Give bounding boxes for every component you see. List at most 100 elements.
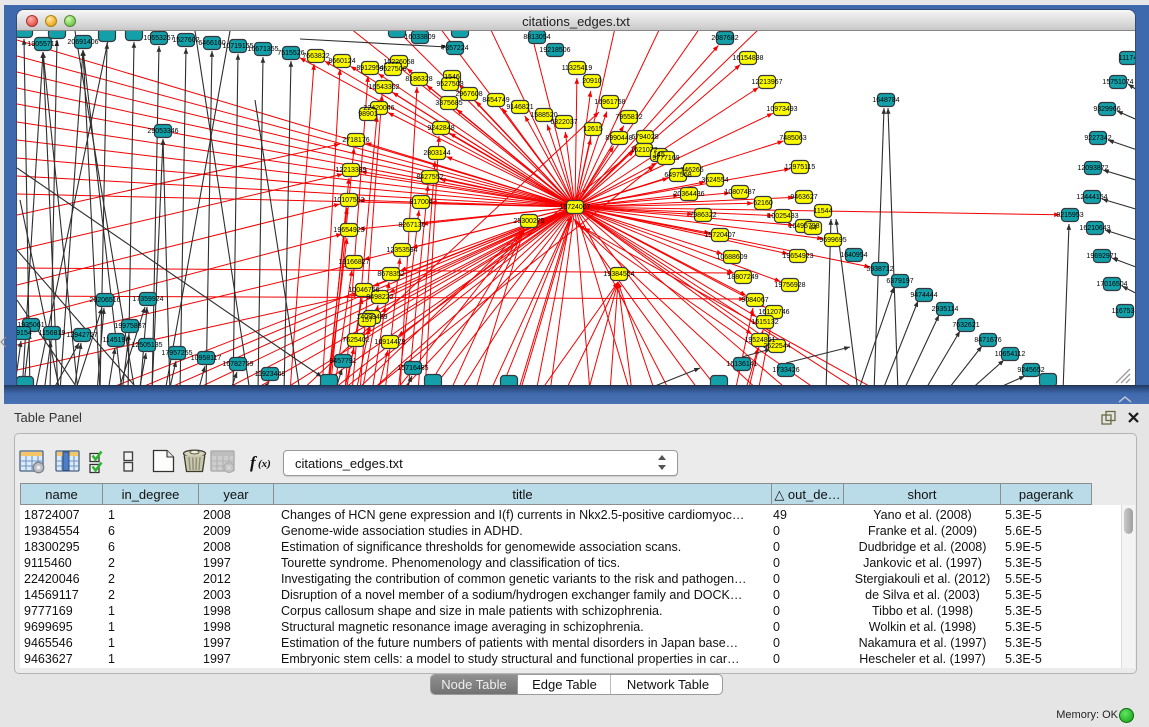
svg-text:157: 157 <box>361 317 373 324</box>
svg-text:10688609: 10688609 <box>716 254 747 261</box>
svg-text:9498222: 9498222 <box>366 294 393 301</box>
svg-text:17359924: 17359924 <box>132 296 163 303</box>
svg-text:16914479: 16914479 <box>374 339 405 346</box>
svg-text:10653267: 10653267 <box>143 35 174 42</box>
svg-text:9227342: 9227342 <box>1084 135 1111 142</box>
svg-text:7663822: 7663822 <box>302 53 329 60</box>
svg-text:7986322: 7986322 <box>689 212 716 219</box>
svg-text:18807249: 18807249 <box>727 274 758 281</box>
svg-text:7625402: 7625402 <box>342 337 369 344</box>
svg-text:1527602: 1527602 <box>172 37 199 44</box>
svg-text:20691406: 20691406 <box>67 39 98 46</box>
svg-text:19654923: 19654923 <box>333 227 364 234</box>
svg-text:2803144: 2803144 <box>423 150 450 157</box>
svg-text:12615: 12615 <box>583 126 603 133</box>
svg-text:9699695: 9699695 <box>819 237 846 244</box>
svg-text:15720407: 15720407 <box>704 232 735 239</box>
svg-text:12942757: 12942757 <box>66 332 97 339</box>
svg-text:20910: 20910 <box>582 78 602 85</box>
svg-text:15226058: 15226058 <box>383 59 414 66</box>
svg-text:1615132: 1615132 <box>751 319 778 326</box>
svg-text:9084067: 9084067 <box>741 297 768 304</box>
svg-text:9463627: 9463627 <box>790 194 817 201</box>
svg-text:17016504: 17016504 <box>1096 281 1127 288</box>
svg-text:f: f <box>250 453 258 472</box>
svg-text:12505135: 12505135 <box>131 342 162 349</box>
svg-text:746266: 746266 <box>680 167 703 174</box>
svg-text:2935114: 2935114 <box>932 306 959 313</box>
svg-text:29053346: 29053346 <box>147 128 178 135</box>
svg-text:12353594: 12353594 <box>386 247 417 254</box>
svg-text:62160: 62160 <box>753 200 773 207</box>
svg-text:8471676: 8471676 <box>974 337 1001 344</box>
svg-text:8660124: 8660124 <box>328 58 355 65</box>
svg-text:7357224: 7357224 <box>441 45 468 52</box>
svg-text:1648784: 1648784 <box>872 97 899 104</box>
svg-text:12444154: 12444154 <box>1076 194 1107 201</box>
svg-text:16210643: 16210643 <box>1079 225 1110 232</box>
svg-text:2967608: 2967608 <box>455 91 482 98</box>
svg-text:18724007: 18724007 <box>559 204 590 211</box>
svg-text:11923448: 11923448 <box>255 371 286 378</box>
svg-text:19166827: 19166827 <box>338 259 369 266</box>
svg-text:10107552: 10107552 <box>333 197 364 204</box>
svg-text:8813054: 8813054 <box>523 34 550 41</box>
svg-text:(x): (x) <box>258 458 271 470</box>
svg-text:9474444: 9474444 <box>910 292 937 299</box>
svg-text:25300275: 25300275 <box>513 218 544 225</box>
svg-text:6794028: 6794028 <box>631 134 658 141</box>
svg-text:6322037: 6322037 <box>550 119 577 126</box>
svg-text:7485063: 7485063 <box>779 135 806 142</box>
svg-text:1935061: 1935061 <box>17 322 44 329</box>
svg-text:16033809: 16033809 <box>404 34 435 41</box>
svg-text:19692971: 19692971 <box>1086 253 1117 260</box>
svg-text:10973493: 10973493 <box>766 106 797 113</box>
svg-text:16543362: 16543362 <box>368 84 399 91</box>
svg-text:7632621: 7632621 <box>952 322 979 329</box>
svg-text:19975887: 19975887 <box>114 323 145 330</box>
svg-text:1733426: 1733426 <box>772 367 799 374</box>
svg-text:1156819: 1156819 <box>39 330 66 337</box>
svg-text:6379197: 6379197 <box>886 278 913 285</box>
svg-text:98901: 98901 <box>358 111 378 118</box>
svg-text:7515526: 7515526 <box>277 50 304 57</box>
svg-text:44: 44 <box>809 225 817 232</box>
svg-text:16782759: 16782759 <box>222 361 253 368</box>
svg-text:16961758: 16961758 <box>594 99 625 106</box>
svg-text:11325419: 11325419 <box>562 65 593 72</box>
svg-text:16136141: 16136141 <box>726 361 757 368</box>
svg-text:19756928: 19756928 <box>774 282 805 289</box>
svg-text:9527506: 9527506 <box>379 66 406 73</box>
svg-text:1640954: 1640954 <box>840 252 867 259</box>
svg-text:9242848: 9242848 <box>427 125 454 132</box>
svg-text:12213389: 12213389 <box>335 167 366 174</box>
svg-text:20206516: 20206516 <box>89 297 120 304</box>
svg-text:9329966: 9329966 <box>1093 106 1120 113</box>
svg-text:10807487: 10807487 <box>724 189 755 196</box>
svg-text:9527508: 9527508 <box>436 81 463 88</box>
svg-text:15751074: 15751074 <box>1102 79 1133 86</box>
svg-text:12213967: 12213967 <box>751 79 782 86</box>
svg-text:19384554: 19384554 <box>603 271 634 278</box>
svg-text:8215953: 8215953 <box>1056 212 1083 219</box>
svg-text:1167533: 1167533 <box>1112 308 1135 315</box>
svg-text:11544: 11544 <box>814 208 833 215</box>
svg-text:10025433: 10025433 <box>767 213 798 220</box>
svg-text:2087682: 2087682 <box>711 35 738 42</box>
svg-text:3624554: 3624554 <box>701 177 728 184</box>
svg-text:15716485: 15716485 <box>397 365 428 372</box>
svg-text:1588520: 1588520 <box>530 112 557 119</box>
svg-text:16671355: 16671355 <box>247 46 278 53</box>
svg-text:1145194: 1145194 <box>103 337 130 344</box>
svg-text:2522544: 2522544 <box>763 343 790 350</box>
svg-text:7955812: 7955812 <box>615 114 642 121</box>
svg-text:19218506: 19218506 <box>539 47 570 54</box>
svg-text:5938712: 5938712 <box>866 266 893 273</box>
svg-text:11174: 11174 <box>1119 55 1135 62</box>
svg-text:8427552: 8427552 <box>416 174 443 181</box>
svg-text:16120746: 16120746 <box>758 309 789 316</box>
svg-text:8678352: 8678352 <box>377 271 404 278</box>
svg-text:9146821: 9146821 <box>506 104 533 111</box>
svg-text:10654112: 10654112 <box>995 351 1026 358</box>
svg-text:8990448: 8990448 <box>605 135 632 142</box>
